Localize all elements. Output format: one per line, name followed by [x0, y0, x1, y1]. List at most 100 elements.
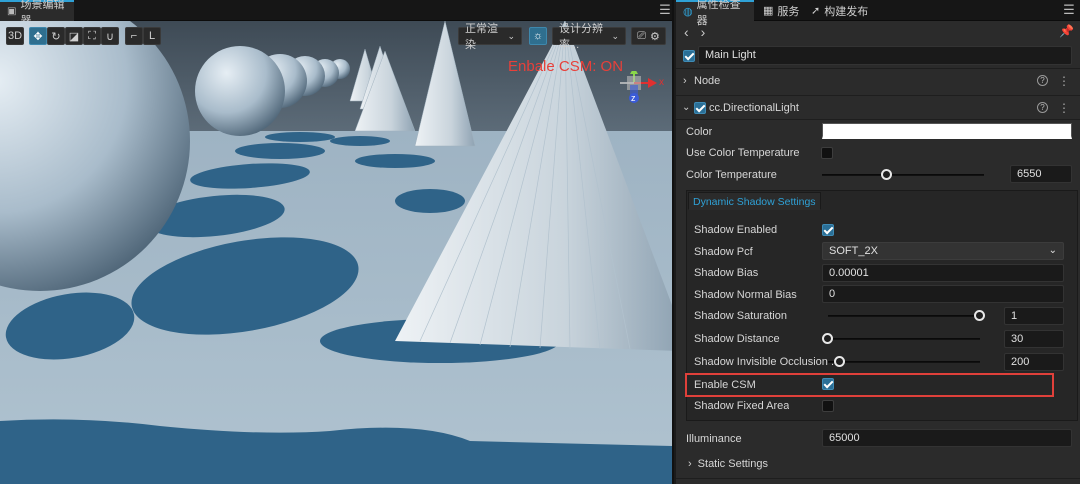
tab-build-label: 构建发布 — [824, 5, 869, 18]
shadow-enabled-label: Shadow Enabled — [694, 224, 778, 236]
node-section-header[interactable]: › Node ? ⋮ — [676, 68, 1080, 92]
shadow-invisible-occlusion-value: 200 — [1011, 356, 1030, 368]
pin-icon[interactable]: 📌 — [1059, 24, 1074, 38]
tab-scene-editor[interactable]: ▣ 场景编辑器 — [0, 0, 74, 27]
color-temperature-input[interactable]: 6550 — [1010, 165, 1072, 183]
shadow-distance-knob[interactable] — [822, 333, 833, 344]
shadow-invisible-occlusion-slider[interactable] — [828, 361, 980, 363]
scene-viewport[interactable]: 3D ✥ ↻ ◪ ⛶ ∪ ⌐ L 正常渲染 ⌄ ☼ 设计分辨率... ⌄ ⎚ ⚙… — [0, 21, 672, 484]
more-options-icon[interactable]: ⋮ — [1058, 101, 1070, 115]
move-icon: ✥ — [33, 30, 43, 43]
illuminance-value: 65000 — [829, 432, 860, 444]
chevron-right-icon: › — [683, 74, 687, 87]
color-temperature-slider[interactable] — [822, 174, 984, 176]
shadow-bias-value: 0.00001 — [829, 267, 869, 279]
node-name-input[interactable]: Main Light — [698, 46, 1072, 65]
shadow-normal-bias-label: Shadow Normal Bias — [694, 289, 797, 301]
node-name-value: Main Light — [705, 49, 756, 61]
magnet-tool-button[interactable]: ∪ — [101, 27, 119, 45]
node-active-checkbox[interactable] — [683, 50, 695, 62]
shadow-saturation-input[interactable]: 1 — [1004, 307, 1064, 325]
shadow-saturation-value: 1 — [1011, 310, 1018, 322]
shadow-pcf-label: Shadow Pcf — [694, 246, 753, 258]
color-temperature-knob[interactable] — [880, 169, 892, 180]
shadow-pcf-select[interactable]: SOFT_2X ⌄ — [822, 242, 1064, 260]
shadow-pcf-value: SOFT_2X — [829, 245, 878, 257]
shadow-invisible-occlusion-input[interactable]: 200 — [1004, 353, 1064, 371]
lightbulb-icon: ☼ — [532, 30, 544, 42]
shadow-normal-bias-input[interactable]: 0 — [822, 285, 1064, 303]
static-settings-header[interactable]: › Static Settings — [688, 455, 768, 473]
coordinate-button[interactable]: L — [143, 27, 161, 45]
grid-icon: ▦ — [763, 5, 774, 17]
rect-tool-button[interactable]: ⛶ — [83, 27, 101, 45]
help-icon[interactable]: ? — [1037, 102, 1048, 113]
inspector-menu-icon[interactable]: ☰ — [1062, 3, 1076, 17]
shadow-normal-bias-value: 0 — [829, 288, 836, 300]
help-icon[interactable]: ? — [1037, 75, 1048, 86]
resolution-dropdown[interactable]: 设计分辨率... ⌄ — [552, 23, 626, 51]
magnet-icon: ∪ — [105, 30, 115, 43]
shadow-saturation-label: Shadow Saturation — [694, 310, 787, 322]
rect-icon: ⛶ — [88, 29, 96, 42]
color-swatch[interactable] — [822, 123, 1072, 139]
rotate-tool-button[interactable]: ↻ — [47, 27, 65, 45]
chevron-right-icon: › — [688, 458, 692, 470]
chevron-down-icon: ⌄ — [611, 30, 619, 41]
chevron-down-icon: ⌄ — [507, 30, 515, 41]
shadow-invisible-occlusion-label: Shadow Invisible Occlusion ... — [694, 356, 834, 368]
move-tool-button[interactable]: ✥ — [29, 27, 47, 45]
editor-window: ▣ 场景编辑器 ☰ — [0, 0, 1080, 484]
shadow-fixed-area-checkbox[interactable] — [822, 400, 834, 412]
node-section-label: Node — [694, 74, 721, 87]
back-arrow-icon[interactable]: ‹ — [684, 24, 689, 40]
illuminance-label: Illuminance — [686, 433, 742, 445]
scale-tool-button[interactable]: ◪ — [65, 27, 83, 45]
3d-mode-label: 3D — [7, 30, 23, 42]
gizmo-x-label: x — [659, 77, 664, 88]
resolution-label: 设计分辨率... — [559, 23, 603, 51]
static-settings-label: Static Settings — [697, 458, 768, 470]
tab-inspector[interactable]: ◍ 属性检查器 — [676, 0, 754, 27]
globe-icon: ◍ — [683, 6, 693, 18]
pivot-button[interactable]: ⌐ — [125, 27, 143, 45]
tab-services-label: 服务 — [777, 5, 800, 18]
tab-build[interactable]: ➚ 构建发布 — [804, 0, 875, 21]
pivot-icon: ⌐ — [130, 30, 138, 42]
inspector-panel: ◍ 属性检查器 ▦ 服务 ➚ 构建发布 ☰ ‹ › 📌 Main Light ›… — [676, 0, 1080, 484]
component-enabled-checkbox[interactable] — [694, 102, 706, 114]
shadow-distance-value: 30 — [1011, 333, 1024, 345]
shadow-saturation-knob[interactable] — [974, 310, 985, 321]
more-options-icon[interactable]: ⋮ — [1058, 74, 1070, 88]
component-section-label: cc.DirectionalLight — [709, 101, 799, 114]
light-toggle-button[interactable]: ☼ — [529, 27, 547, 45]
color-temperature-label: Color Temperature — [686, 169, 777, 181]
tab-services[interactable]: ▦ 服务 — [756, 0, 806, 21]
shadow-saturation-slider[interactable] — [828, 315, 980, 317]
scene-editor-panel: ▣ 场景编辑器 ☰ — [0, 0, 674, 484]
shadow-distance-input[interactable]: 30 — [1004, 330, 1064, 348]
shadow-distance-slider[interactable] — [828, 338, 980, 340]
component-section-header[interactable]: ⌄ cc.DirectionalLight ? ⋮ — [676, 95, 1080, 119]
render-mode-dropdown[interactable]: 正常渲染 ⌄ — [458, 23, 522, 51]
dynamic-shadow-tab[interactable]: Dynamic Shadow Settings — [688, 192, 821, 210]
divider — [676, 119, 1080, 120]
panel-menu-icon[interactable]: ☰ — [658, 3, 672, 17]
shadow-distance-label: Shadow Distance — [694, 333, 780, 345]
scale-icon: ◪ — [68, 30, 80, 43]
shadow-bias-input[interactable]: 0.00001 — [822, 264, 1064, 282]
csm-status-overlay: Enbale CSM: ON — [508, 58, 624, 75]
3d-mode-button[interactable]: 3D — [6, 27, 24, 45]
camera-settings-button[interactable]: ⎚ ⚙ — [631, 27, 666, 45]
forward-arrow-icon[interactable]: › — [701, 24, 706, 40]
divider — [676, 478, 1080, 479]
chevron-down-icon: ⌄ — [682, 102, 691, 113]
illuminance-input[interactable]: 65000 — [822, 429, 1072, 447]
coordinate-icon: L — [148, 30, 156, 42]
shadow-enabled-checkbox[interactable] — [822, 224, 834, 236]
use-color-temperature-checkbox[interactable] — [821, 147, 833, 159]
gear-icon: ⚙ — [649, 30, 660, 43]
send-icon: ➚ — [811, 5, 821, 17]
color-label: Color — [686, 126, 713, 138]
color-temperature-value: 6550 — [1017, 168, 1042, 180]
